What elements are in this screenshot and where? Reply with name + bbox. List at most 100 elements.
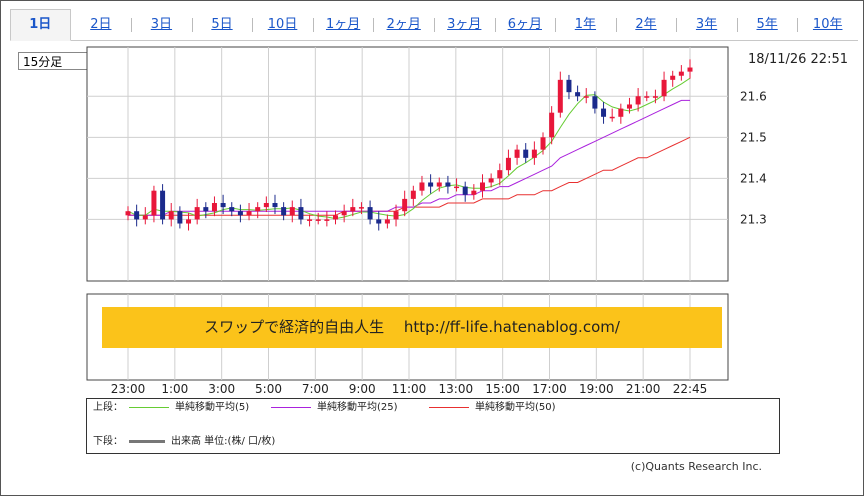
- candle-body: [540, 137, 546, 150]
- candle-body: [505, 157, 511, 171]
- candle-body: [471, 190, 477, 195]
- candle-body: [514, 149, 520, 158]
- candle-body: [281, 207, 287, 216]
- candle-body: [350, 207, 356, 212]
- candle-body: [592, 96, 598, 109]
- candle-body: [488, 178, 494, 183]
- candle-body: [601, 108, 607, 117]
- candle-body: [315, 219, 321, 221]
- overlay-banner: スワップで経済的自由人生 http://ff-life.hatenablog.c…: [102, 307, 722, 348]
- y-tick-label: 21.4: [740, 171, 767, 185]
- candle-body: [644, 96, 650, 98]
- candle-body: [436, 182, 442, 187]
- candle-body: [523, 149, 529, 158]
- candle-body: [203, 207, 209, 212]
- candle-body: [566, 79, 572, 93]
- candle-body: [324, 219, 330, 221]
- x-tick-label: 7:00: [302, 382, 329, 396]
- volume-swatch: [129, 439, 165, 443]
- candle-body: [479, 182, 485, 191]
- candle-body: [428, 182, 434, 187]
- candle-body: [462, 186, 468, 195]
- x-tick-label: 17:00: [532, 382, 567, 396]
- x-tick-label: 15:00: [485, 382, 520, 396]
- x-tick-label: 23:00: [111, 382, 146, 396]
- candle-body: [419, 182, 425, 191]
- candle-body: [134, 211, 140, 220]
- candle-body: [497, 170, 503, 179]
- candle-body: [367, 207, 373, 220]
- candle-body: [402, 198, 408, 212]
- candle-body: [376, 219, 382, 224]
- candle-body: [549, 112, 555, 138]
- y-tick-label: 21.6: [740, 89, 767, 103]
- candle-body: [341, 211, 347, 216]
- legend-ma25: 単純移動平均(25): [271, 401, 398, 415]
- ma5-label: 単純移動平均(5): [175, 402, 250, 413]
- candle-body: [557, 79, 563, 113]
- candle-body: [307, 219, 313, 221]
- candle-body: [177, 211, 183, 224]
- x-tick-label: 22:45: [673, 382, 708, 396]
- ma25-label: 単純移動平均(25): [317, 402, 398, 413]
- x-tick-label: 5:00: [255, 382, 282, 396]
- x-tick-label: 21:00: [626, 382, 661, 396]
- legend-lower-label: 下段：: [93, 436, 123, 447]
- candle-body: [237, 211, 243, 216]
- copyright: (c)Quants Research Inc.: [630, 460, 762, 473]
- candle-body: [358, 207, 364, 209]
- candle-body: [142, 215, 148, 220]
- x-tick-label: 3:00: [208, 382, 235, 396]
- candle-body: [194, 207, 200, 220]
- candle-body: [661, 79, 667, 97]
- x-tick-label: 1:00: [161, 382, 188, 396]
- candle-body: [531, 149, 537, 158]
- legend-ma5: 単純移動平均(5): [129, 401, 249, 415]
- legend-volume: 出来高 単位:(株/ 口/枚): [129, 435, 275, 449]
- candle-body: [229, 207, 235, 212]
- candle-body: [333, 215, 339, 220]
- candle-body: [635, 96, 641, 105]
- y-tick-label: 21.5: [740, 130, 767, 144]
- candle-body: [687, 67, 693, 72]
- ma50-swatch: [429, 406, 469, 408]
- candle-body: [263, 203, 269, 208]
- candle-body: [583, 96, 589, 98]
- candle-body: [575, 92, 581, 97]
- candle-body: [168, 211, 174, 220]
- candle-body: [220, 203, 226, 208]
- candle-body: [289, 207, 295, 216]
- candle-body: [454, 186, 460, 189]
- candle-body: [186, 219, 192, 224]
- x-tick-label: 13:00: [439, 382, 474, 396]
- candle-body: [211, 203, 217, 212]
- candle-body: [272, 203, 278, 208]
- ma5-swatch: [129, 406, 169, 408]
- candle-body: [678, 71, 684, 76]
- candle-body: [246, 211, 252, 216]
- candle-body: [410, 190, 416, 199]
- x-tick-label: 9:00: [349, 382, 376, 396]
- candle-body: [125, 211, 131, 216]
- x-tick-label: 19:00: [579, 382, 614, 396]
- candle-body: [384, 219, 390, 224]
- chart-legend: 上段： 単純移動平均(5) 単純移動平均(25) 単純移動平均(50) 下段： …: [86, 398, 780, 454]
- candle-body: [609, 116, 615, 119]
- candle-body: [652, 96, 658, 98]
- ma50-label: 単純移動平均(50): [475, 402, 556, 413]
- y-tick-label: 21.3: [740, 212, 767, 226]
- candle-body: [255, 207, 261, 212]
- candle-body: [670, 75, 676, 80]
- candle-body: [298, 207, 304, 220]
- x-tick-label: 11:00: [392, 382, 427, 396]
- volume-label: 出来高 単位:(株/ 口/枚): [171, 436, 276, 447]
- candle-body: [160, 190, 166, 220]
- ma25-swatch: [271, 406, 311, 408]
- candle-body: [445, 182, 451, 187]
- candle-body: [151, 190, 157, 216]
- candle-body: [393, 211, 399, 220]
- legend-ma50: 単純移動平均(50): [429, 401, 556, 415]
- candle-body: [618, 108, 624, 117]
- candle-body: [626, 104, 632, 109]
- price-panel: [86, 46, 729, 282]
